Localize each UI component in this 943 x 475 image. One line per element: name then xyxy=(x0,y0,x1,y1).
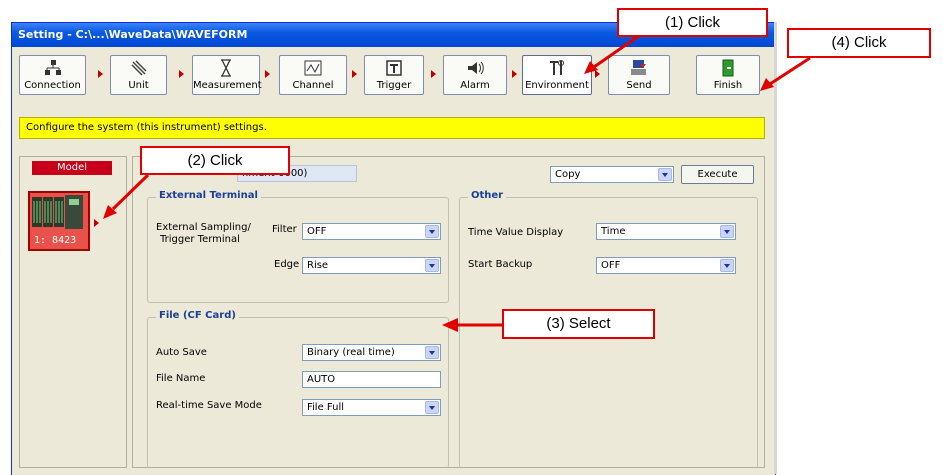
callout-1-arrow xyxy=(593,33,641,69)
callout-3: (3) Select xyxy=(502,309,655,339)
callout-1: (1) Click xyxy=(617,8,768,37)
callout-4: (4) Click xyxy=(787,28,931,58)
callout-2: (2) Click xyxy=(140,146,290,175)
annotation-arrows xyxy=(103,33,811,332)
callout-4-arrow xyxy=(769,56,811,86)
callout-2-arrow xyxy=(111,173,150,211)
